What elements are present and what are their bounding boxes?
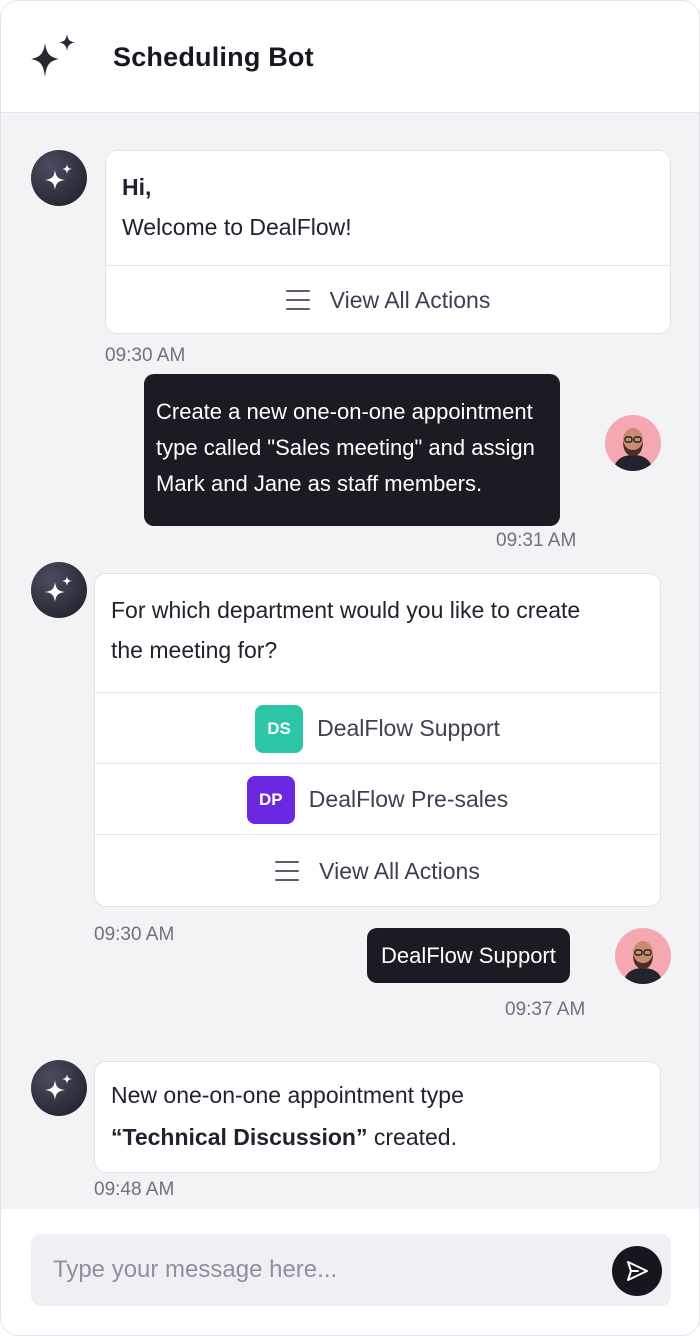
user-avatar [605,415,661,471]
timestamp: 09:31 AM [496,530,577,551]
message-text: Mark and Jane as staff members. [156,471,483,496]
bot-message-card: New one-on-one appointment type “Technic… [94,1061,661,1173]
department-option-support[interactable]: DS DealFlow Support [95,692,660,764]
composer [1,1209,699,1335]
message-text: Welcome to DealFlow! [122,214,352,240]
message-text: the meeting for? [111,637,278,663]
timestamp: 09:30 AM [105,345,186,366]
appointment-type-name: “Technical Discussion” [111,1124,368,1150]
menu-icon [275,861,300,881]
timestamp: 09:30 AM [94,924,175,945]
message-text: created. [367,1124,457,1150]
page-title: Scheduling Bot [113,42,314,72]
message-text: “Technical Discussion” created. [111,1116,644,1158]
user-avatar [615,928,671,984]
department-label: DealFlow Pre-sales [308,786,509,812]
header: Scheduling Bot [1,1,699,113]
timestamp: 09:37 AM [505,999,586,1020]
user-message-bubble: DealFlow Support [367,928,570,983]
message-text: type called "Sales meeting" and assign [156,435,535,460]
view-all-actions-button[interactable]: View All Actions [106,265,670,333]
view-all-actions-label: View All Actions [319,857,480,884]
message-text: DealFlow Support [381,943,556,968]
sparkle-icon [45,576,72,602]
send-icon [627,1261,648,1281]
menu-icon [285,290,310,310]
sparkle-icon [45,164,72,190]
message-text: Create a new one-on-one appointment [156,399,533,424]
view-all-actions-button[interactable]: View All Actions [95,834,660,906]
view-all-actions-label: View All Actions [329,286,491,313]
timestamp: 09:48 AM [94,1179,175,1200]
chat-window: Scheduling Bot Hi, Welcome to DealFlow! … [0,0,700,1336]
message-input[interactable] [31,1234,671,1306]
department-option-presales[interactable]: DP DealFlow Pre-sales [95,763,660,835]
department-badge: DP [246,775,295,824]
message-text: For which department would you like to c… [111,597,581,623]
user-message-bubble: Create a new one-on-one appointment type… [144,374,560,526]
bot-message-card: Hi, Welcome to DealFlow! View All Action… [105,150,671,334]
message-text: New one-on-one appointment type [111,1082,464,1108]
sparkle-icon [31,34,75,77]
sparkle-icon [45,1074,72,1100]
department-label: DealFlow Support [317,715,500,741]
bot-avatar [31,1060,87,1116]
bot-message-card: For which department would you like to c… [94,573,661,907]
bot-avatar [31,562,87,618]
department-badge: DS [255,704,304,753]
message-text: Hi, [122,174,152,200]
send-button[interactable] [612,1246,662,1296]
bot-avatar [31,150,87,206]
